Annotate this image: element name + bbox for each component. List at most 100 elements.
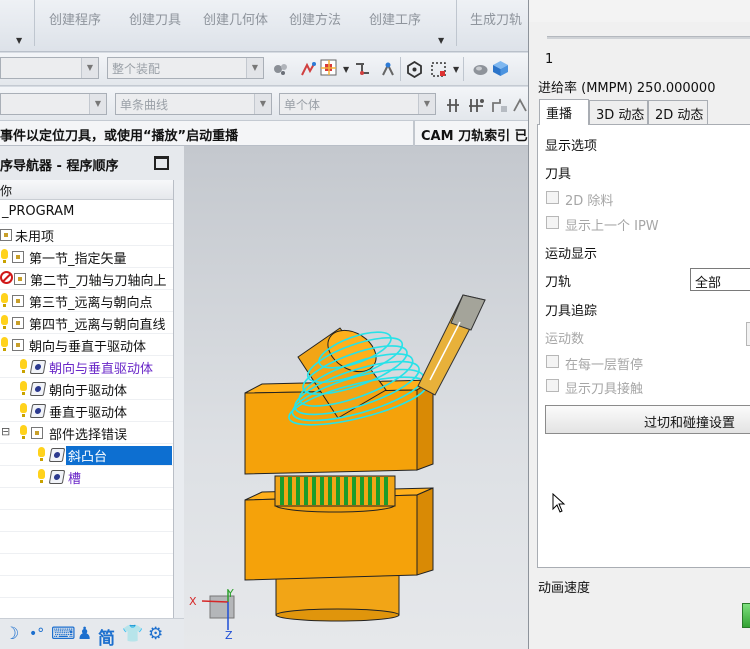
toolpath-field-label: 刀轨 xyxy=(545,275,572,290)
cue-message: 事件以定位刀具，或使用“播放”启动重播 xyxy=(0,129,239,144)
dots-icon[interactable]: •° xyxy=(29,626,44,642)
status-bulb-icon xyxy=(20,381,27,397)
assembly-scope-combo[interactable]: 整个装配 ▼ xyxy=(107,57,264,79)
tree-item-section-2[interactable]: 第二节_刀轴与刀轴向上 xyxy=(0,268,173,290)
tree-item-label: 朝向与垂直驱动体 xyxy=(49,362,154,377)
stop-at-intersection-icon[interactable] xyxy=(491,97,508,114)
pause-each-layer-checkbox[interactable] xyxy=(546,355,559,368)
tree-empty-row xyxy=(0,576,173,598)
tab-label: 2D 动态 xyxy=(655,108,704,123)
cue-line-bar: 事件以定位刀具，或使用“播放”启动重播 CAM 刀轨索引 已 xyxy=(0,121,530,146)
folder-icon xyxy=(12,317,24,329)
tree-empty-row xyxy=(0,510,173,532)
user-icon[interactable]: ♟ xyxy=(77,624,92,644)
select-filter-icon[interactable] xyxy=(300,61,317,78)
tab-replay[interactable]: 重播 xyxy=(539,99,589,125)
tree-item-op-normal[interactable]: 垂直于驱动体 xyxy=(0,400,173,422)
tree-item-label: 斜凸台 xyxy=(66,446,172,465)
button-label: 过切和碰撞设置 xyxy=(644,416,736,431)
triad-y-label: Y xyxy=(227,587,234,600)
tree-item-label: 部件选择错误 xyxy=(49,428,128,443)
tab-2d-dynamic[interactable]: 2D 动态 xyxy=(648,100,708,124)
body-rule-combo[interactable]: 单个体 ▼ xyxy=(279,93,436,115)
shaded-view-icon[interactable] xyxy=(472,61,489,78)
tree-item-label: 朝向于驱动体 xyxy=(49,384,128,399)
toolpath-progress-track[interactable] xyxy=(547,36,750,39)
tree-item-section-4[interactable]: 第四节_远离与朝向直线 xyxy=(0,312,173,334)
generate-toolpath-button[interactable]: 生成刀轨 xyxy=(470,9,522,28)
2d-remove-checkbox[interactable] xyxy=(546,191,559,204)
create-method-button[interactable]: 创建方法 xyxy=(289,9,341,28)
name-column-header[interactable]: 你 xyxy=(0,180,173,200)
curve-rule-value: 单条曲线 xyxy=(120,98,169,112)
hexagon-select-icon[interactable] xyxy=(406,61,423,78)
moon-icon[interactable]: ☽ xyxy=(4,624,19,644)
operation-icon xyxy=(48,470,66,484)
status-bulb-icon xyxy=(1,337,8,353)
cube-view-icon[interactable] xyxy=(492,60,509,77)
create-geometry-button[interactable]: 创建几何体 xyxy=(203,9,268,28)
point-constructor-icon[interactable] xyxy=(380,61,397,78)
tree-item-unused[interactable]: 未用项 xyxy=(0,224,173,246)
intersection-icon[interactable] xyxy=(446,97,463,114)
statusbar-divider xyxy=(413,121,415,146)
create-program-button[interactable]: 创建程序 xyxy=(49,9,101,28)
select-box-icon[interactable] xyxy=(320,59,337,76)
base-cylinder-bottom xyxy=(275,608,400,622)
show-previous-ipw-label: 显示上一个 IPW xyxy=(565,219,659,234)
collapse-icon[interactable]: ⊟ xyxy=(1,425,10,438)
operation-icon xyxy=(29,360,47,374)
show-tool-contact-label: 显示刀具接触 xyxy=(565,382,644,397)
rectangle-select-icon[interactable] xyxy=(430,61,447,78)
tree-item-label: 槽 xyxy=(68,472,82,487)
toolpath-visualization-dialog: 1 进给率 (MMPM) 250.000000 重播 3D 动态 2D 动态 显… xyxy=(528,0,750,649)
cutter-tool xyxy=(417,294,486,396)
simplified-char-icon[interactable]: 简 xyxy=(98,624,115,649)
motion-count-input[interactable] xyxy=(746,322,750,346)
keyboard-icon[interactable]: ⌨ xyxy=(51,624,76,644)
navigator-title: 序导航器 - 程序顺序 xyxy=(0,159,119,174)
create-tool-button[interactable]: 创建刀具 xyxy=(129,9,181,28)
ribbon-group-dropdown-icon[interactable]: ▼ xyxy=(438,36,444,45)
selection-toolbar: ▼ 整个装配 ▼ ▼ ▼ xyxy=(0,53,530,86)
tree-item-program-root[interactable]: _PROGRAM xyxy=(0,202,173,224)
gear-icon[interactable]: ⚙ xyxy=(148,624,163,644)
snap-settings-icon[interactable] xyxy=(272,61,289,78)
tree-item-section-3[interactable]: 第三节_远离与朝向点 xyxy=(0,290,173,312)
ribbon-overflow-icon[interactable]: ▼ xyxy=(16,36,22,45)
rule-filter-combo[interactable]: ▼ xyxy=(0,93,107,115)
tangent-curves-icon[interactable] xyxy=(468,97,485,114)
curve-rule-combo[interactable]: 单条曲线 ▼ xyxy=(115,93,272,115)
tab-3d-dynamic[interactable]: 3D 动态 xyxy=(589,100,648,124)
graphics-window[interactable]: X Y Z xyxy=(184,146,528,649)
show-previous-ipw-checkbox[interactable] xyxy=(546,216,559,229)
shirt-icon[interactable]: 👕 xyxy=(122,624,143,644)
status-bulb-icon xyxy=(20,359,27,375)
chevron-down-icon[interactable]: ▼ xyxy=(343,65,349,74)
type-filter-combo[interactable]: ▼ xyxy=(0,57,99,79)
tree-item-op-slanted-boss[interactable]: 斜凸台 xyxy=(0,444,173,466)
2d-remove-label: 2D 除料 xyxy=(565,194,614,209)
toolpath-display-select[interactable]: 全部 xyxy=(690,268,750,291)
snap-point-icon[interactable] xyxy=(354,61,371,78)
tree-empty-row xyxy=(0,598,173,620)
play-button[interactable] xyxy=(742,603,750,628)
chevron-down-icon[interactable]: ▼ xyxy=(453,65,459,74)
tree-item-label: 第四节_远离与朝向直线 xyxy=(29,318,166,333)
tree-item-op-toward[interactable]: 朝向于驱动体 xyxy=(0,378,173,400)
dialog-top-strip xyxy=(529,0,750,22)
tree-item-op-toward-normal[interactable]: 朝向与垂直驱动体 xyxy=(0,356,173,378)
tree-item-op-slot[interactable]: 槽 xyxy=(0,466,173,488)
tab-label: 重播 xyxy=(546,107,573,122)
maximize-icon[interactable] xyxy=(154,156,169,170)
tree-item-toward-normal-group[interactable]: 朝向与垂直于驱动体 xyxy=(0,334,173,356)
ribbon-divider xyxy=(34,0,35,46)
tree-item-part-error-group[interactable]: ⊟ 部件选择错误 xyxy=(0,422,173,444)
show-tool-contact-checkbox[interactable] xyxy=(546,379,559,392)
create-operation-button[interactable]: 创建工序 xyxy=(369,9,421,28)
prohibited-icon xyxy=(0,271,13,284)
tab-label: 3D 动态 xyxy=(596,108,645,123)
tree-item-section-1[interactable]: 第一节_指定矢量 xyxy=(0,246,173,268)
gouge-collision-settings-button[interactable]: 过切和碰撞设置 xyxy=(545,405,750,434)
follow-fillet-icon[interactable] xyxy=(512,97,529,114)
